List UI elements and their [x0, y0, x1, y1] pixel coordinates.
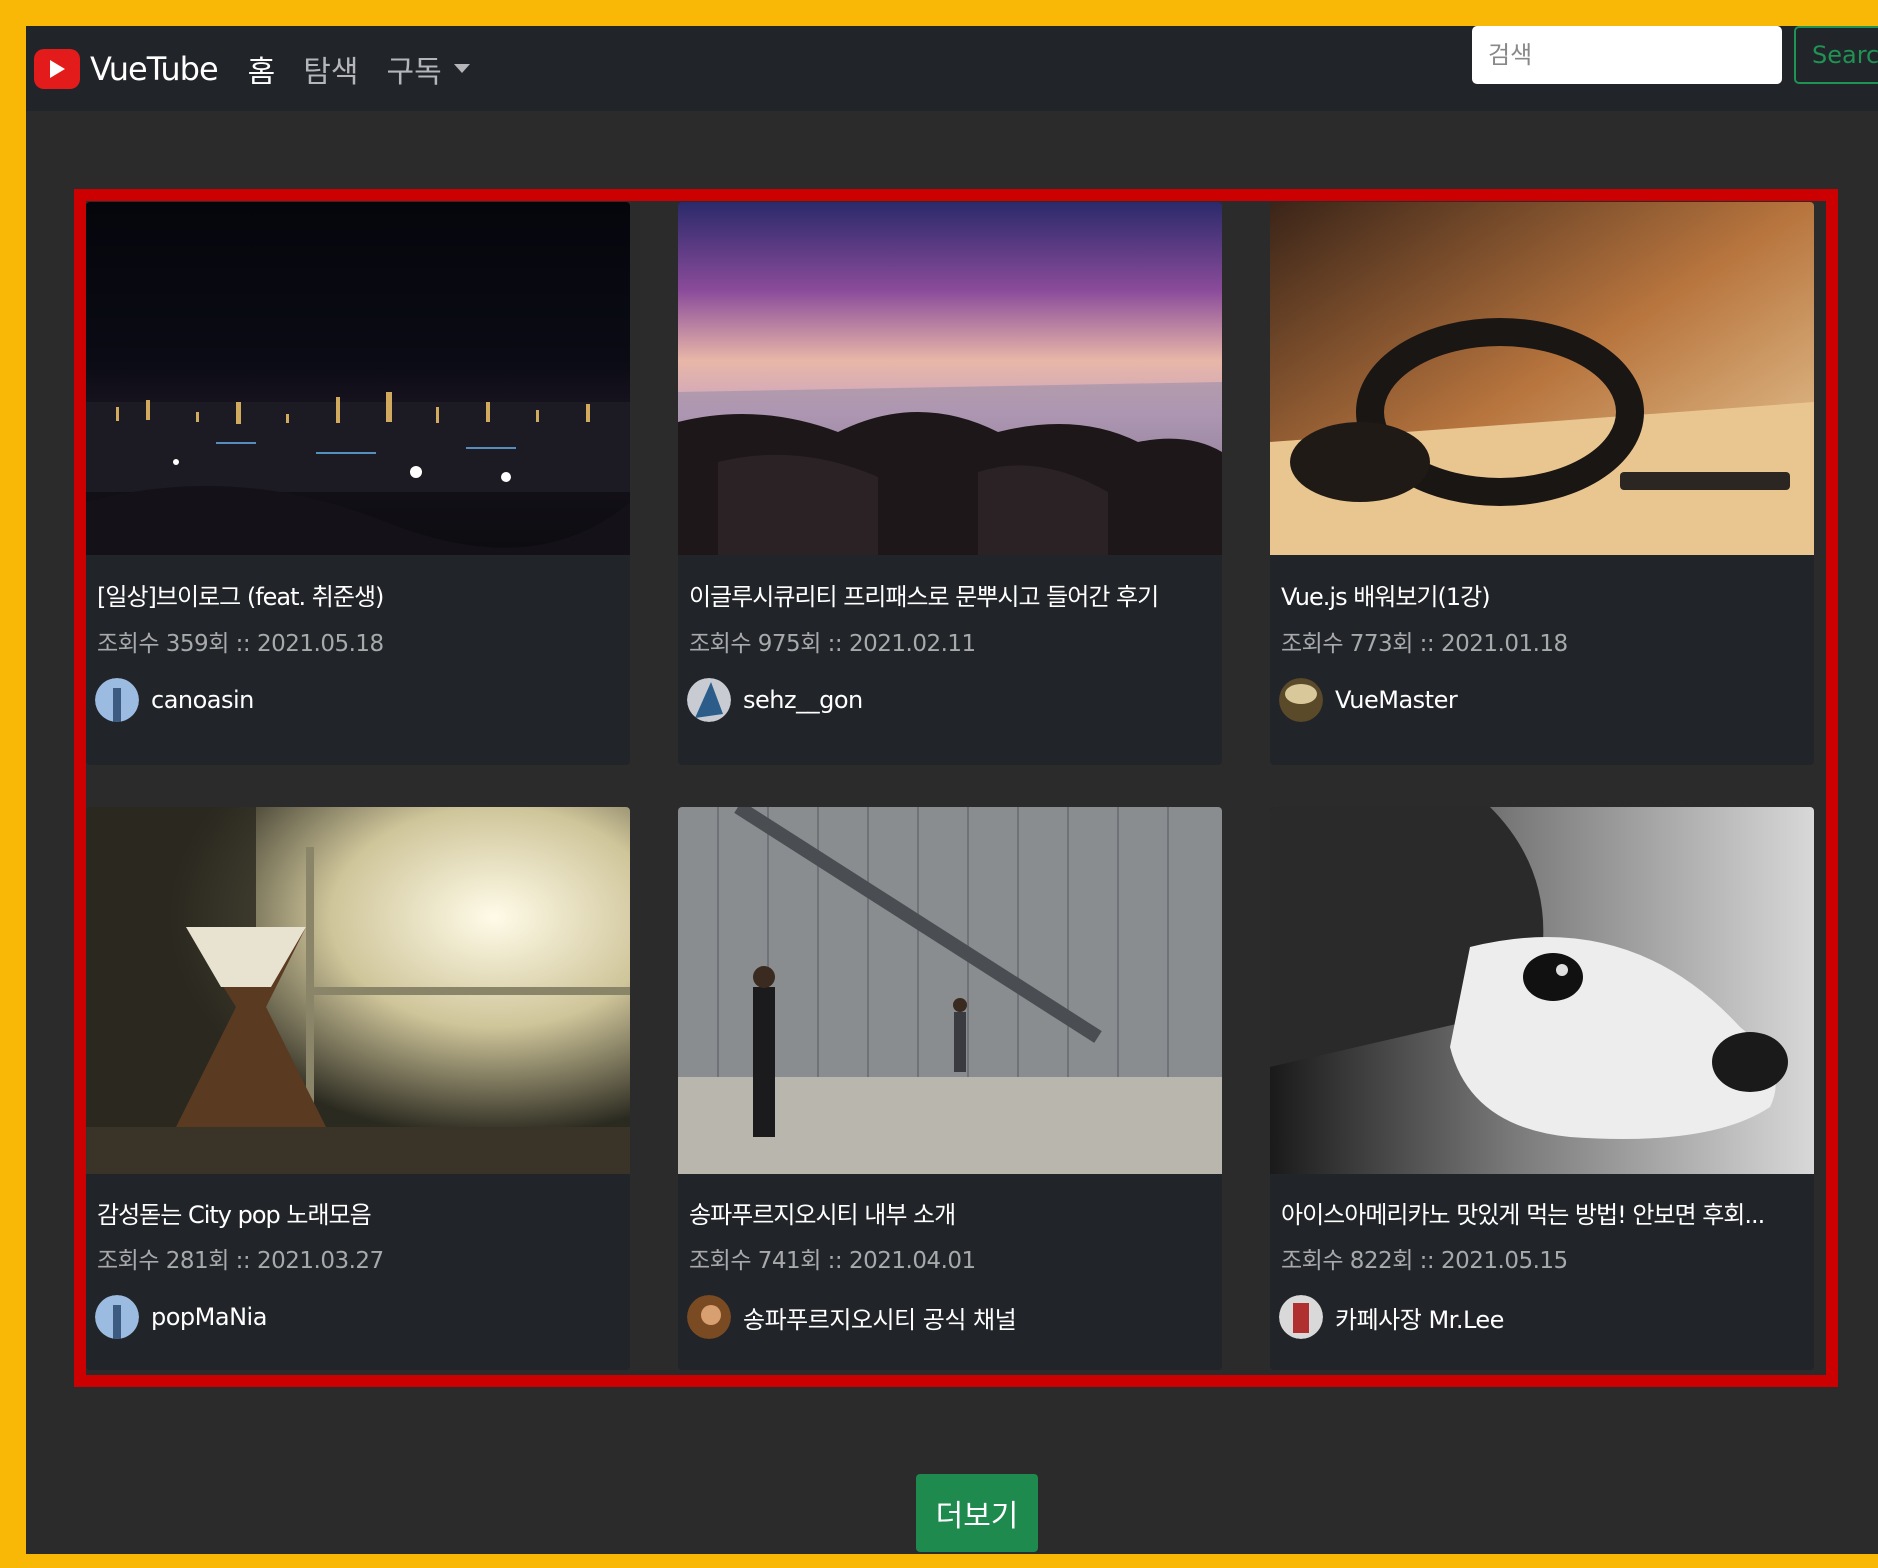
page-frame: VueTube 홈 탐색 구독 Search [0, 0, 1878, 1568]
nav-link-subscriptions: 구독 [386, 54, 442, 90]
channel-name: canoasin [151, 686, 254, 714]
video-title[interactable]: [일상]브이로그 (feat. 취준생) [97, 577, 617, 612]
nav-dropdown-subscriptions[interactable]: 구독 [386, 47, 470, 91]
channel[interactable]: VueMaster [1279, 678, 1458, 722]
channel-name: sehz__gon [743, 686, 863, 714]
night-city-thumbnail[interactable] [86, 202, 630, 555]
dog-face-thumbnail[interactable] [1270, 807, 1814, 1174]
video-title[interactable]: 이글루시큐리티 프리패스로 문뿌시고 들어간 후기 [689, 577, 1209, 612]
avatar [95, 678, 139, 722]
coffee-window-thumbnail[interactable] [86, 807, 630, 1174]
headphones-thumbnail[interactable] [1270, 202, 1814, 555]
search-button[interactable]: Search [1794, 26, 1878, 84]
seashore-sunset-thumbnail[interactable] [678, 202, 1222, 555]
nav-link-explore[interactable]: 탐색 [303, 47, 358, 91]
nav-link-home[interactable]: 홈 [248, 47, 276, 91]
avatar [95, 1295, 139, 1339]
search-input[interactable] [1472, 26, 1782, 84]
channel-name: 송파푸르지오시티 공식 채널 [743, 1305, 1017, 1334]
video-card[interactable]: 감성돋는 City pop 노래모음 조회수 281회 :: 2021.03.2… [86, 807, 630, 1370]
street-walkers-thumbnail[interactable] [678, 807, 1222, 1174]
video-title[interactable]: Vue.js 배워보기(1강) [1281, 577, 1801, 612]
avatar [1279, 678, 1323, 722]
brand-name: VueTube [90, 49, 219, 88]
avatar [1279, 1295, 1323, 1339]
video-meta: 조회수 359회 :: 2021.05.18 [97, 631, 384, 657]
channel-name: 카페사장 Mr.Lee [1335, 1305, 1504, 1334]
video-meta: 조회수 975회 :: 2021.02.11 [689, 631, 976, 657]
channel[interactable]: canoasin [95, 678, 254, 722]
channel[interactable]: popMaNia [95, 1295, 267, 1339]
channel[interactable]: sehz__gon [687, 678, 863, 722]
channel[interactable]: 송파푸르지오시티 공식 채널 [687, 1295, 1017, 1339]
video-title[interactable]: 아이스아메리카노 맛있게 먹는 방법! 안보면 후회... [1281, 1195, 1801, 1230]
video-meta: 조회수 281회 :: 2021.03.27 [97, 1248, 384, 1274]
brand[interactable]: VueTube [34, 48, 219, 89]
channel[interactable]: 카페사장 Mr.Lee [1279, 1295, 1504, 1339]
channel-name: VueMaster [1335, 686, 1458, 714]
caret-down-icon [453, 64, 470, 73]
video-title[interactable]: 송파푸르지오시티 내부 소개 [689, 1195, 1209, 1230]
video-title[interactable]: 감성돋는 City pop 노래모음 [97, 1195, 617, 1230]
video-meta: 조회수 822회 :: 2021.05.15 [1281, 1248, 1568, 1274]
avatar [687, 678, 731, 722]
load-more-button[interactable]: 더보기 [916, 1474, 1038, 1552]
avatar [687, 1295, 731, 1339]
video-card[interactable]: [일상]브이로그 (feat. 취준생) 조회수 359회 :: 2021.05… [86, 202, 630, 765]
video-card[interactable]: Vue.js 배워보기(1강) 조회수 773회 :: 2021.01.18 V… [1270, 202, 1814, 765]
video-meta: 조회수 773회 :: 2021.01.18 [1281, 631, 1568, 657]
channel-name: popMaNia [151, 1303, 267, 1331]
video-card[interactable]: 아이스아메리카노 맛있게 먹는 방법! 안보면 후회... 조회수 822회 :… [1270, 807, 1814, 1370]
video-card[interactable]: 이글루시큐리티 프리패스로 문뿌시고 들어간 후기 조회수 975회 :: 20… [678, 202, 1222, 765]
play-logo-icon [34, 48, 80, 89]
navbar: VueTube 홈 탐색 구독 Search [26, 26, 1878, 111]
video-meta: 조회수 741회 :: 2021.04.01 [689, 1248, 976, 1274]
video-card[interactable]: 송파푸르지오시티 내부 소개 조회수 741회 :: 2021.04.01 송파… [678, 807, 1222, 1370]
